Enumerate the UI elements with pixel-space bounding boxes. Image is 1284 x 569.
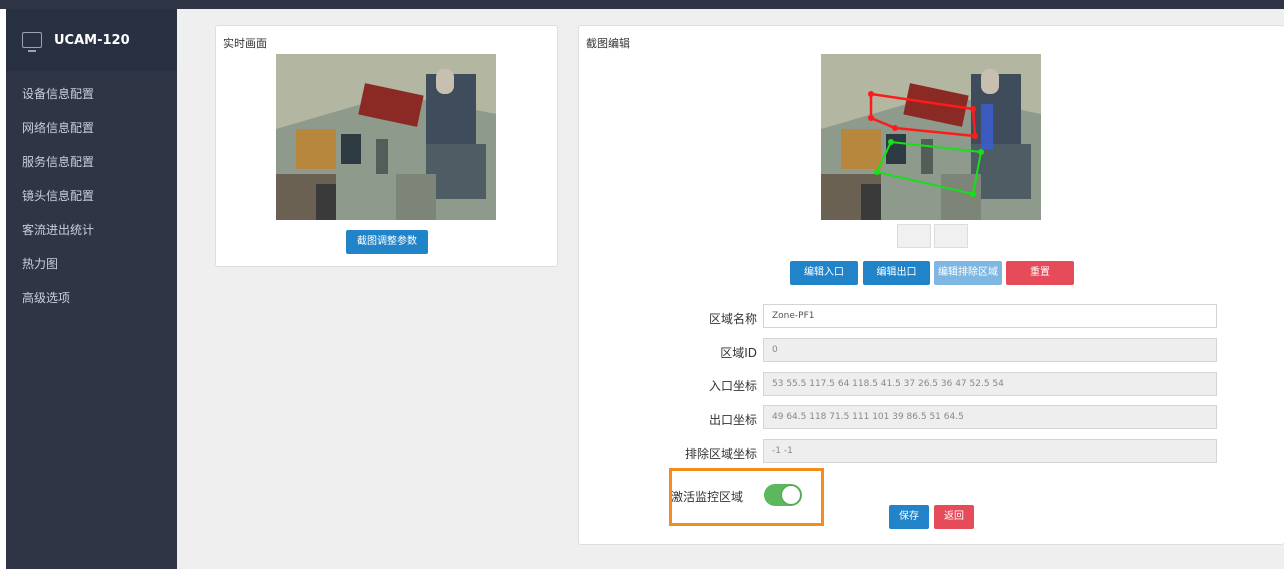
zone-id-label: 区域ID [720,346,757,360]
sidebar-item-traffic-stats[interactable]: 客流进出统计 [6,213,177,247]
edit-entry-button[interactable]: 编辑入口 [790,261,858,285]
entry-coords-input: 53 55.5 117.5 64 118.5 41.5 37 26.5 36 4… [763,372,1217,396]
top-bar [0,0,1284,9]
sidebar-item-lens-info[interactable]: 镜头信息配置 [6,179,177,213]
edit-camera-image[interactable] [821,54,1041,220]
sidebar: UCAM-120 设备信息配置 网络信息配置 服务信息配置 镜头信息配置 客流进… [6,9,177,569]
exit-coords-input: 49 64.5 118 71.5 111 101 39 86.5 51 64.5 [763,405,1217,429]
live-camera-image [276,54,496,220]
sidebar-nav: 设备信息配置 网络信息配置 服务信息配置 镜头信息配置 客流进出统计 热力图 高… [6,71,177,315]
screenshot-adjust-button[interactable]: 截图调整参数 [346,230,428,254]
screenshot-edit-title: 截图编辑 [586,37,630,50]
exclude-coords-label: 排除区域坐标 [684,447,757,461]
zone-name-input[interactable]: Zone-PF1 [763,304,1217,328]
highlight-box [669,468,824,526]
app-title: UCAM-120 [54,32,130,48]
sidebar-item-advanced[interactable]: 高级选项 [6,281,177,315]
sidebar-item-network-info[interactable]: 网络信息配置 [6,111,177,145]
sidebar-item-heatmap[interactable]: 热力图 [6,247,177,281]
nudge-right-button[interactable] [934,224,968,248]
main-content: 实时画面 截图调整参数 截图编辑 编辑入口 编辑出口 编辑排除区域 重置 区域名… [177,9,1284,569]
exclude-coords-input: -1 -1 [763,439,1217,463]
back-button[interactable]: 返回 [934,505,974,529]
brand-header: UCAM-120 [6,9,177,71]
edit-exit-button[interactable]: 编辑出口 [863,261,930,285]
exit-coords-label: 出口坐标 [708,413,757,427]
edit-exclude-zone-button[interactable]: 编辑排除区域 [934,261,1002,285]
zone-id-input: 0 [763,338,1217,362]
live-view-title: 实时画面 [223,37,267,50]
monitor-icon [22,32,42,52]
screenshot-edit-panel: 截图编辑 编辑入口 编辑出口 编辑排除区域 重置 区域名称 Zone-PF1 区… [578,25,1284,545]
reset-button[interactable]: 重置 [1006,261,1074,285]
entry-coords-label: 入口坐标 [708,379,757,393]
nudge-left-button[interactable] [897,224,931,248]
save-button[interactable]: 保存 [889,505,929,529]
live-view-panel: 实时画面 截图调整参数 [215,25,558,267]
sidebar-item-device-info[interactable]: 设备信息配置 [6,77,177,111]
sidebar-item-service-info[interactable]: 服务信息配置 [6,145,177,179]
zone-name-label: 区域名称 [708,312,757,326]
